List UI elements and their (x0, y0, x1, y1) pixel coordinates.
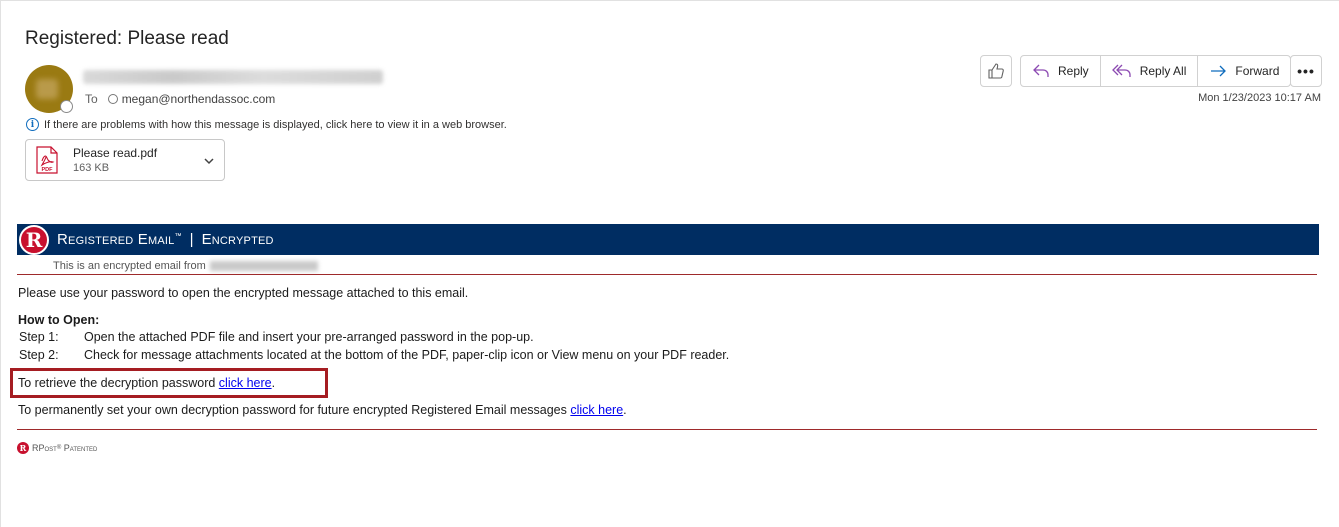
registered-mark: ® (56, 445, 62, 451)
rpost-mini-logo: R (17, 442, 29, 454)
display-problem-notice[interactable]: i If there are problems with how this me… (26, 118, 507, 131)
email-subject: Registered: Please read (25, 28, 229, 49)
more-actions-button[interactable]: ••• (1290, 55, 1322, 87)
recipient-presence-icon (107, 94, 118, 104)
step-2-number: Step 2: (19, 348, 59, 362)
attachment-card[interactable]: PDF Please read.pdf 163 KB (25, 139, 225, 181)
reply-all-button[interactable]: Reply All (1099, 56, 1198, 86)
to-label: To (85, 92, 98, 106)
patented-label: Patented (63, 443, 98, 453)
recipient-address[interactable]: megan@northendassoc.com (122, 92, 276, 106)
received-datetime: Mon 1/23/2023 10:17 AM (1198, 92, 1321, 104)
encrypted-from-text: This is an encrypted email from (53, 260, 206, 272)
retrieve-suffix: . (271, 376, 276, 390)
rpost-footer: R RPost ® Patented (17, 442, 97, 454)
permanent-text: To permanently set your own decryption p… (18, 403, 571, 417)
reply-icon (1033, 64, 1049, 77)
retrieve-password-link[interactable]: click here (219, 376, 272, 390)
attachment-name: Please read.pdf (73, 146, 158, 160)
intro-text: Please use your password to open the enc… (18, 286, 469, 300)
redacted-sender (209, 261, 318, 271)
pdf-icon-label: PDF (42, 167, 54, 173)
trademark-mark: ™ (174, 233, 182, 240)
reply-all-icon (1111, 64, 1131, 77)
chevron-down-icon[interactable] (203, 154, 215, 172)
reply-label: Reply (1058, 64, 1089, 78)
banner-title-left: Registered Email™ (57, 231, 182, 248)
step-2: Step 2: Check for message attachments loc… (19, 348, 729, 362)
retrieve-text: To retrieve the decryption password (18, 376, 219, 390)
divider-top (17, 274, 1317, 275)
how-to-open-heading: How to Open: (18, 313, 100, 327)
more-icon: ••• (1297, 63, 1315, 79)
presence-indicator (60, 100, 73, 113)
forward-arrow-icon (1211, 65, 1227, 77)
step-1-number: Step 1: (19, 330, 59, 344)
display-problem-text[interactable]: If there are problems with how this mess… (44, 119, 507, 131)
thumbs-up-icon (988, 63, 1004, 79)
permanent-password-line: To permanently set your own decryption p… (18, 403, 627, 417)
reply-actions-group: Reply Reply All Forward (1020, 55, 1292, 87)
pdf-file-icon: PDF (36, 146, 58, 174)
encrypted-from-line: This is an encrypted email from (53, 260, 318, 272)
forward-label: Forward (1235, 64, 1280, 78)
rpost-brand: RPost (32, 443, 57, 453)
step-1-text: Open the attached PDF file and insert yo… (84, 330, 534, 344)
step-1: Step 1: Open the attached PDF file and in… (19, 330, 534, 344)
retrieve-password-line: To retrieve the decryption password clic… (18, 376, 275, 390)
divider-bottom (17, 429, 1317, 430)
rpost-logo: R (19, 224, 49, 255)
recipient-line: To megan@northendassoc.com (85, 92, 275, 106)
reading-pane: Registered: Please read To megan@northen… (0, 0, 1339, 527)
like-button[interactable] (980, 55, 1012, 87)
reply-button[interactable]: Reply (1021, 56, 1100, 86)
sender-name-redacted[interactable] (83, 70, 383, 84)
reply-all-label: Reply All (1139, 64, 1187, 78)
permanent-suffix: . (623, 403, 627, 417)
banner-title-right: Encrypted (201, 231, 274, 248)
forward-button[interactable]: Forward (1197, 56, 1290, 86)
step-2-text: Check for message attachments located at… (84, 348, 730, 362)
registered-email-banner: R Registered Email™ | Encrypted (17, 224, 1319, 255)
attachment-size: 163 KB (73, 162, 110, 174)
set-password-link[interactable]: click here (570, 403, 623, 417)
banner-separator: | (189, 231, 194, 248)
info-icon: i (26, 118, 39, 131)
